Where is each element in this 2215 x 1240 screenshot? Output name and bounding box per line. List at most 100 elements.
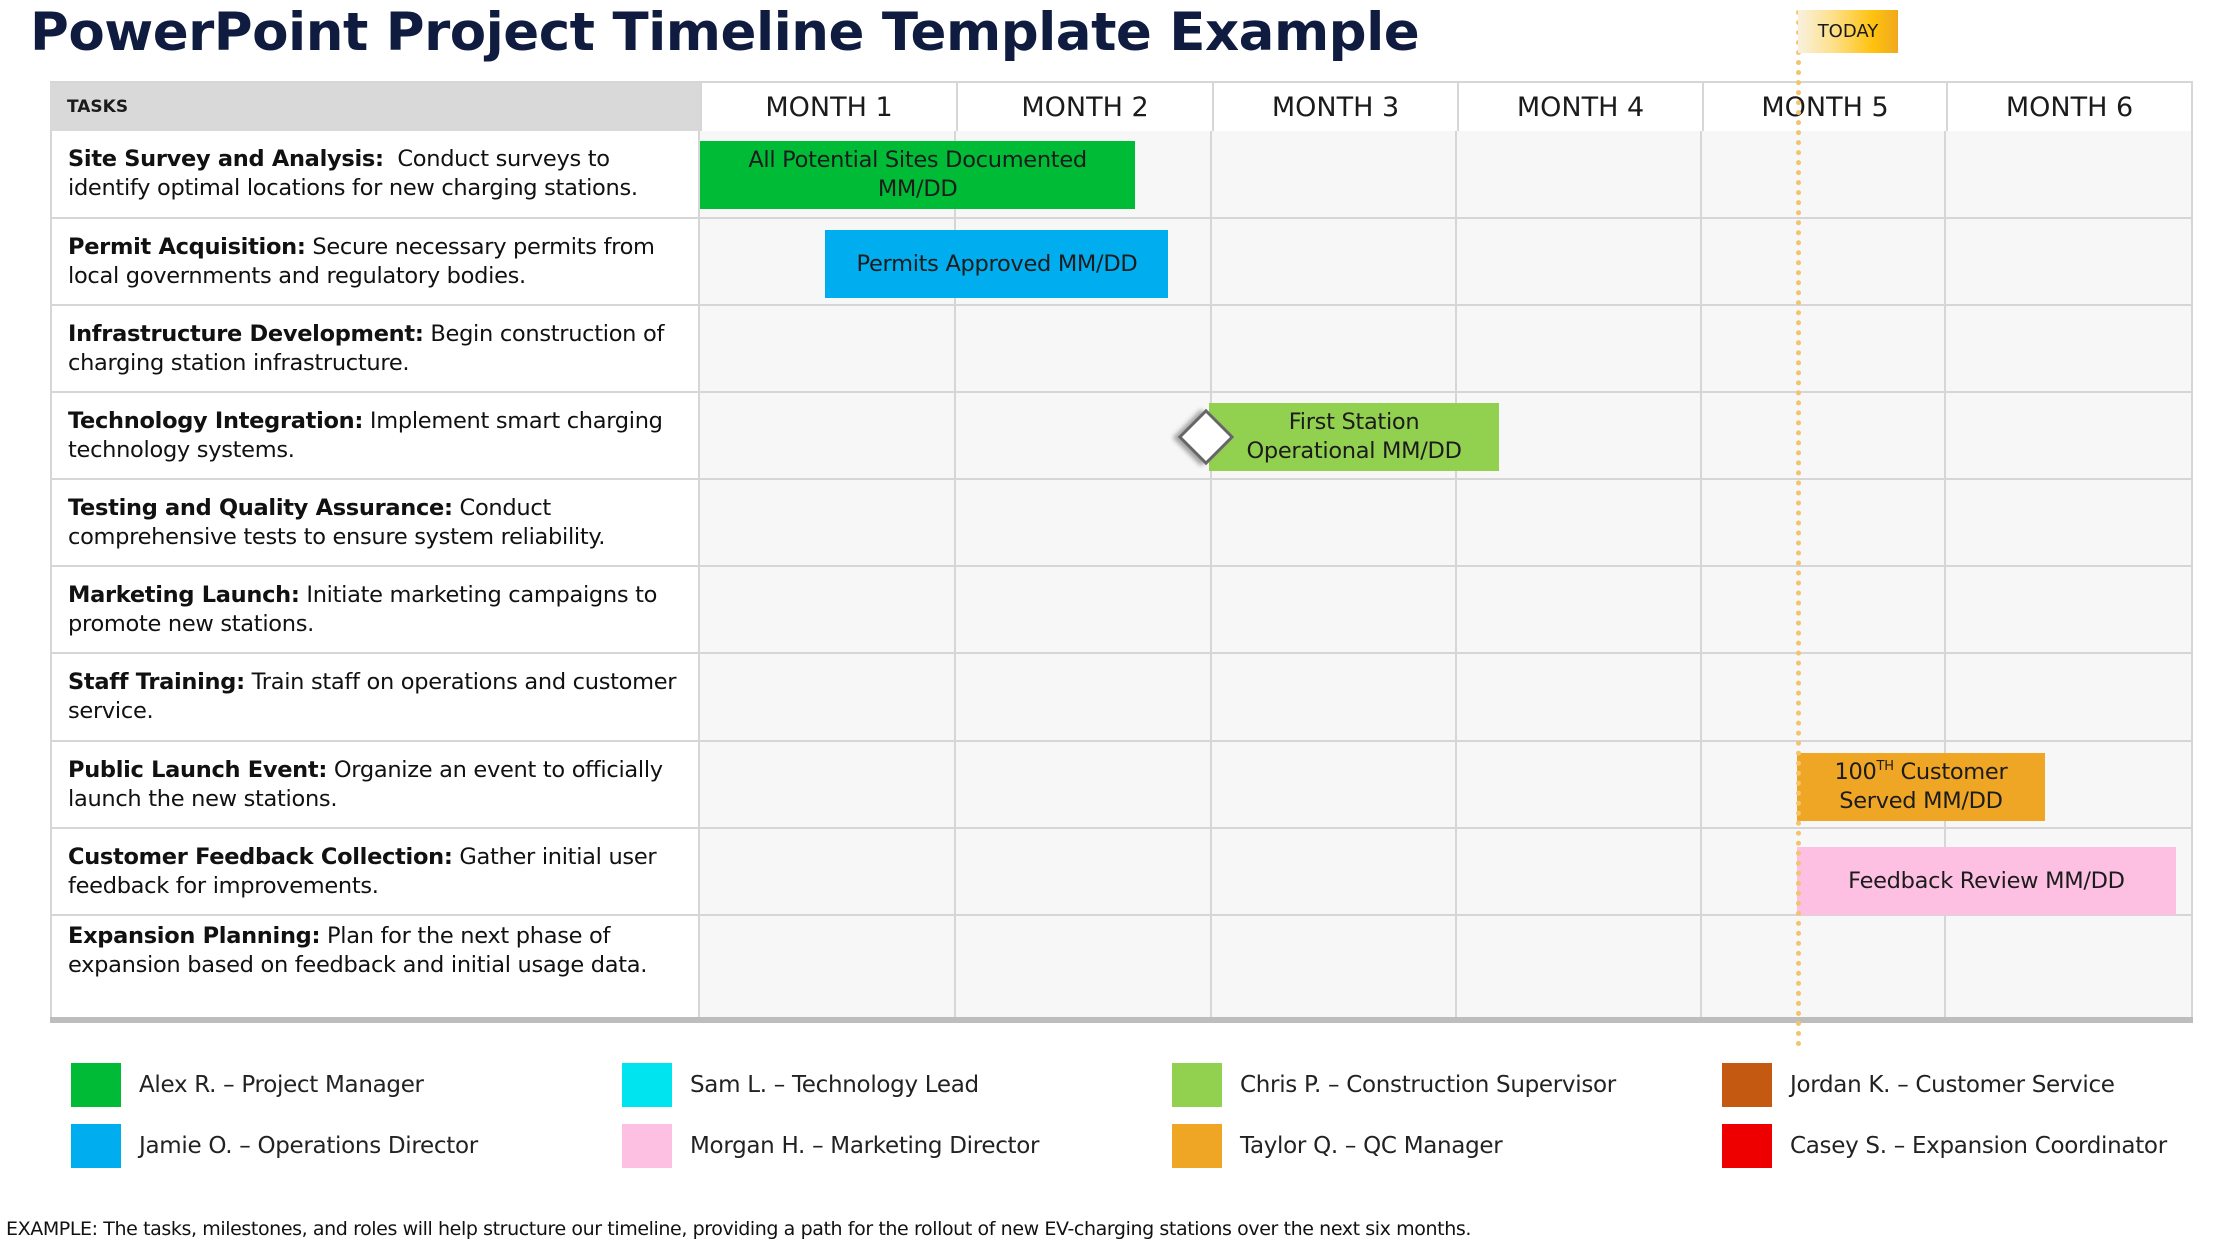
today-marker-tag: TODAY <box>1798 10 1898 53</box>
timeline-cell <box>1457 480 1702 565</box>
timeline-cell <box>1212 742 1457 827</box>
timeline-cell <box>1457 306 1702 391</box>
timeline-cell <box>1457 654 1702 740</box>
milestone-bar[interactable]: Permits Approved MM/DD <box>825 230 1169 298</box>
task-description: Expansion Planning: Plan for the next ph… <box>50 916 700 1017</box>
timeline-cell <box>700 306 956 391</box>
timeline-cell <box>700 654 956 740</box>
milestone-label: First Station Operational MM/DD <box>1246 409 1462 464</box>
timeline-cell <box>700 829 956 914</box>
timeline-cell <box>956 393 1212 478</box>
milestone-label: Feedback Review MM/DD <box>1848 867 2125 894</box>
timeline-cell <box>1946 916 2193 1017</box>
task-name: Customer Feedback Collection: <box>68 844 453 870</box>
legend-label: Casey S. – Expansion Coordinator <box>1790 1133 2167 1159</box>
task-row: Expansion Planning: Plan for the next ph… <box>50 916 2193 1017</box>
timeline-cell <box>1702 916 1946 1017</box>
timeline-cell <box>1457 219 1702 304</box>
task-name: Expansion Planning: <box>68 923 321 949</box>
legend-item: Jamie O. – Operations Director <box>71 1124 478 1168</box>
table-header: TASKS MONTH 1 MONTH 2 MONTH 3 MONTH 4 MONTH … <box>50 81 2193 133</box>
timeline-cell <box>1212 829 1457 914</box>
legend-swatch <box>71 1063 121 1107</box>
legend-swatch <box>622 1124 672 1168</box>
timeline-cell <box>700 480 956 565</box>
timeline-cell <box>1457 742 1702 827</box>
task-name: Marketing Launch: <box>68 582 300 608</box>
legend-label: Taylor Q. – QC Manager <box>1240 1133 1503 1159</box>
timeline-cell <box>956 654 1212 740</box>
timeline-cell <box>1212 916 1457 1017</box>
task-description: Public Launch Event: Organize an event t… <box>50 742 700 827</box>
task-row: Infrastructure Development: Begin constr… <box>50 306 2193 393</box>
milestone-bar[interactable]: All Potential Sites Documented MM/DD <box>700 141 1136 209</box>
timeline-cell <box>956 306 1212 391</box>
page-title: PowerPoint Project Timeline Template Exa… <box>30 2 1420 63</box>
task-description: Permit Acquisition: Secure necessary per… <box>50 219 700 304</box>
timeline-cell <box>1212 219 1457 304</box>
timeline-cell <box>956 829 1212 914</box>
milestone-bar[interactable]: First Station Operational MM/DD <box>1209 403 1499 471</box>
tasks-column-header: TASKS <box>50 83 700 131</box>
legend-item: Chris P. – Construction Supervisor <box>1172 1063 1616 1107</box>
timeline-cell <box>1457 131 1702 217</box>
milestone-bar[interactable]: 100TH Customer Served MM/DD <box>1797 753 2045 821</box>
month-header-3: MONTH 3 <box>1212 83 1457 131</box>
task-name: Public Launch Event: <box>68 757 328 783</box>
milestone-label: Permits Approved MM/DD <box>856 250 1138 277</box>
legend-swatch <box>71 1124 121 1168</box>
timeline-cell <box>1946 306 2193 391</box>
timeline-cell <box>956 742 1212 827</box>
month-header-6: MONTH 6 <box>1946 83 2193 131</box>
legend-label: Morgan H. – Marketing Director <box>690 1133 1040 1159</box>
task-name: Permit Acquisition: <box>68 234 306 260</box>
timeline-cell <box>1212 567 1457 652</box>
timeline-cell <box>1702 567 1946 652</box>
task-row: Testing and Quality Assurance: Conduct c… <box>50 480 2193 567</box>
timeline-cell <box>700 393 956 478</box>
legend-item: Alex R. – Project Manager <box>71 1063 424 1107</box>
legend-item: Jordan K. – Customer Service <box>1722 1063 2115 1107</box>
task-description: Marketing Launch: Initiate marketing cam… <box>50 567 700 652</box>
legend-item: Taylor Q. – QC Manager <box>1172 1124 1503 1168</box>
footer-note: EXAMPLE: The tasks, milestones, and role… <box>6 1218 1471 1240</box>
milestone-bar[interactable]: Feedback Review MM/DD <box>1797 847 2176 915</box>
timeline-cell <box>1946 567 2193 652</box>
legend-label: Sam L. – Technology Lead <box>690 1072 979 1098</box>
task-description: Customer Feedback Collection: Gather ini… <box>50 829 700 914</box>
milestone-label: 100TH Customer Served MM/DD <box>1834 759 2008 814</box>
timeline-cell <box>1457 829 1702 914</box>
timeline-cell <box>1702 654 1946 740</box>
task-name: Technology Integration: <box>68 408 364 434</box>
timeline-cell <box>1212 306 1457 391</box>
legend-swatch <box>622 1063 672 1107</box>
timeline-cell <box>1702 131 1946 217</box>
timeline-cell <box>1946 654 2193 740</box>
timeline-cell <box>700 742 956 827</box>
legend-item: Sam L. – Technology Lead <box>622 1063 979 1107</box>
timeline-cell <box>1702 306 1946 391</box>
timeline-cell <box>700 916 956 1017</box>
timeline-cell <box>1212 654 1457 740</box>
timeline-cell <box>1457 567 1702 652</box>
timeline-cell <box>956 480 1212 565</box>
legend-swatch <box>1172 1124 1222 1168</box>
task-description: Testing and Quality Assurance: Conduct c… <box>50 480 700 565</box>
table-bottom-border <box>50 1017 2193 1023</box>
timeline-cell <box>956 567 1212 652</box>
legend-swatch <box>1722 1063 1772 1107</box>
timeline-table: TASKS MONTH 1 MONTH 2 MONTH 3 MONTH 4 MONTH … <box>50 81 2193 1023</box>
timeline-cell <box>1946 131 2193 217</box>
task-description: Infrastructure Development: Begin constr… <box>50 306 700 391</box>
month-header-1: MONTH 1 <box>700 83 956 131</box>
milestone-label: All Potential Sites Documented MM/DD <box>748 147 1087 202</box>
legend-swatch <box>1722 1124 1772 1168</box>
legend-item: Morgan H. – Marketing Director <box>622 1124 1040 1168</box>
month-header-2: MONTH 2 <box>956 83 1212 131</box>
timeline-cell <box>1946 219 2193 304</box>
task-row: Staff Training: Train staff on operation… <box>50 654 2193 742</box>
timeline-cell <box>1212 131 1457 217</box>
task-name: Infrastructure Development: <box>68 321 424 347</box>
legend-label: Chris P. – Construction Supervisor <box>1240 1072 1616 1098</box>
task-name: Testing and Quality Assurance: <box>68 495 453 521</box>
